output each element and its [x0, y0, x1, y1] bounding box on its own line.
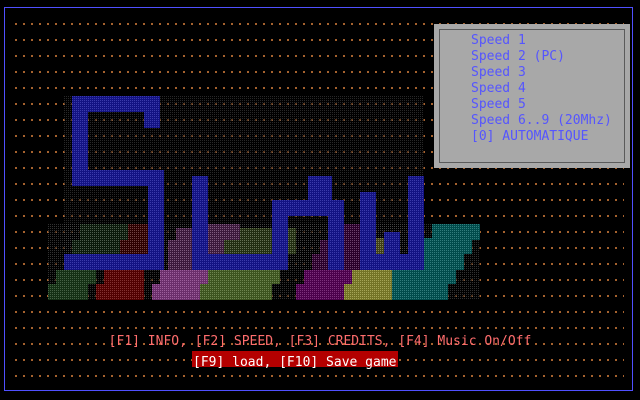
- function-key-help: [F1] INFO, [F2] SPEED, [F3] CREDITS, [F4…: [108, 334, 532, 349]
- save-load-bar: [F9] load, [F10] Save game: [192, 351, 398, 370]
- game-title-logo: [48, 96, 480, 300]
- speed-option-1[interactable]: Speed 1: [471, 33, 526, 49]
- logo-letters: [64, 96, 424, 270]
- speed-option-3[interactable]: Speed 3: [471, 65, 526, 81]
- save-load-help: [F9] load, [F10] Save game: [193, 355, 397, 370]
- speed-option-2[interactable]: Speed 2 (PC): [471, 49, 565, 65]
